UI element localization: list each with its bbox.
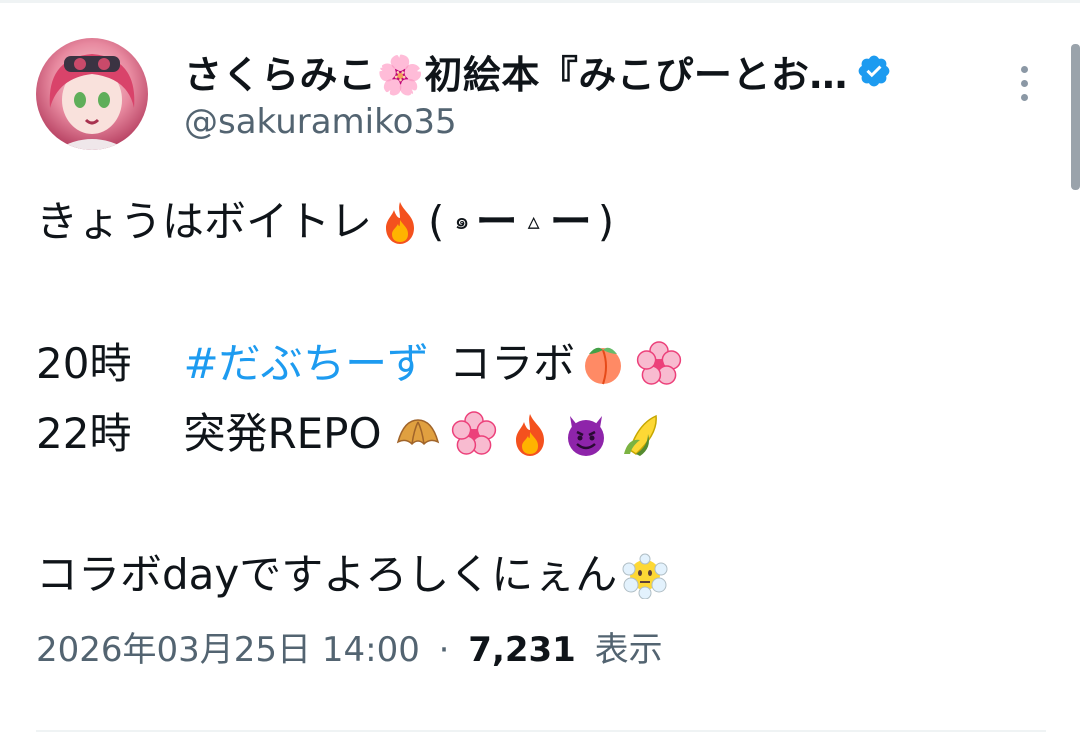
tweet-line-2: 20時 #だぶちーず コラボ bbox=[36, 328, 1046, 399]
fire-icon bbox=[386, 201, 415, 244]
top-divider bbox=[0, 0, 1080, 3]
smiling-devil-icon bbox=[567, 415, 604, 456]
verified-badge-icon bbox=[858, 55, 890, 87]
more-vertical-icon[interactable] bbox=[1018, 66, 1030, 106]
line4-text: コラボdayですよろしくにぇん bbox=[36, 550, 618, 599]
cherry-blossom-icon bbox=[636, 340, 682, 385]
line2-time: 20時 bbox=[36, 339, 132, 388]
avatar[interactable] bbox=[36, 38, 148, 150]
cherry-blossom-icon bbox=[451, 410, 496, 455]
meta-separator: · bbox=[438, 630, 450, 670]
hashtag-link[interactable]: #だぶちーず bbox=[183, 328, 429, 399]
corn-icon bbox=[623, 414, 657, 456]
croissant-icon bbox=[396, 418, 439, 445]
line3-text: 突発REPO bbox=[183, 409, 382, 458]
scrollbar[interactable] bbox=[1071, 44, 1080, 190]
tweet-line-1: きょうはボイトレ ( ๑ ー ▵ ー ) bbox=[36, 186, 1046, 257]
line3-time: 22時 bbox=[36, 409, 132, 458]
face-in-clouds-icon bbox=[622, 553, 668, 599]
display-name[interactable]: さくらみこ🌸初絵本『みこぴーとお… bbox=[184, 44, 848, 99]
author-handle[interactable]: @sakuramiko35 bbox=[184, 100, 1046, 144]
line2-text: コラボ bbox=[449, 339, 576, 388]
kaomoji-eye: ๑ bbox=[454, 207, 470, 235]
tweet-timestamp[interactable]: 2026年03月25日 14:00 bbox=[36, 630, 420, 670]
kaomoji-dash-1: ー bbox=[475, 197, 518, 246]
tweet-header: さくらみこ🌸初絵本『みこぴーとお… @sakuramiko35 bbox=[36, 38, 1046, 150]
line1-text: きょうはボイトレ bbox=[36, 197, 373, 246]
kaomoji-open: ( bbox=[428, 197, 445, 246]
views-count[interactable]: 7,231 bbox=[468, 630, 576, 670]
kaomoji-mouth: ▵ bbox=[527, 207, 540, 235]
kaomoji-dash-2: ー bbox=[549, 197, 592, 246]
kaomoji-close: ) bbox=[597, 197, 615, 246]
tweet-screen: さくらみこ🌸初絵本『みこぴーとお… @sakuramiko35 きょうはボイトレ… bbox=[0, 0, 1080, 734]
tweet-card[interactable]: さくらみこ🌸初絵本『みこぴーとお… @sakuramiko35 きょうはボイトレ… bbox=[36, 38, 1046, 674]
tweet-meta: 2026年03月25日 14:00 · 7,231 表示 bbox=[36, 626, 1046, 674]
fire-icon bbox=[515, 413, 544, 456]
peach-icon bbox=[585, 347, 622, 384]
tweet-text: きょうはボイトレ ( ๑ ー ▵ ー ) 20時 #だぶちーず コラボ 22時 … bbox=[36, 186, 1046, 610]
tweet-line-3: 22時 突発REPO bbox=[36, 399, 1046, 468]
bottom-divider bbox=[36, 730, 1046, 732]
author-names: さくらみこ🌸初絵本『みこぴーとお… @sakuramiko35 bbox=[184, 46, 1046, 144]
display-name-row[interactable]: さくらみこ🌸初絵本『みこぴーとお… bbox=[184, 44, 1046, 99]
views-label: 表示 bbox=[594, 630, 663, 670]
tweet-line-4: コラボdayですよろしくにぇん bbox=[36, 539, 1046, 610]
